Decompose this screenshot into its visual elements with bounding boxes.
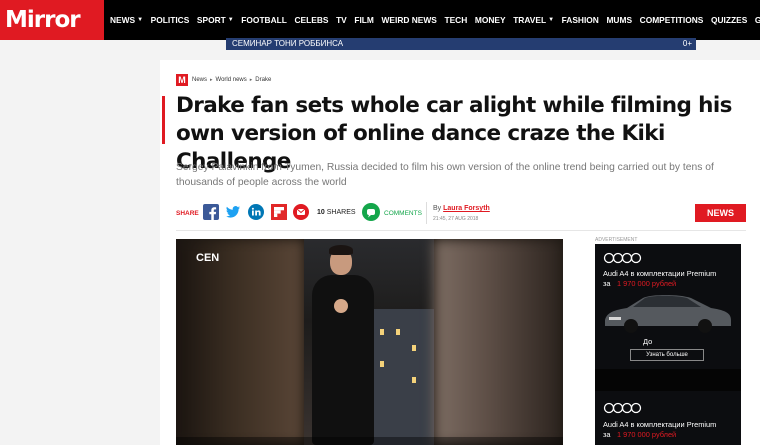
video-watermark: CEN <box>196 252 220 264</box>
ad-headline: Audi A4 в комплектации Premium <box>603 269 717 278</box>
person-hand <box>334 299 348 313</box>
ad-cta-button[interactable]: Узнать больше <box>630 349 704 361</box>
window-light <box>396 329 400 335</box>
top-navigation-bar: Mirror NEWS ▼ POLITICS SPORT ▼ FOOTBALL CELEBS… <box>0 0 760 40</box>
promo-banner[interactable]: СЕМИНАР ТОНИ РОББИНСА 0+ <box>226 38 696 50</box>
video-blur-right <box>434 239 563 445</box>
chevron-right-icon: ▸ <box>210 77 213 83</box>
chevron-right-icon: ▸ <box>249 77 253 83</box>
nav-item-film[interactable]: FILM <box>354 15 374 25</box>
comments-link[interactable]: COMMENTS <box>384 210 422 217</box>
window-light <box>380 361 384 367</box>
article-standfirst: Sergey Palavinkin from Tyumen, Russia de… <box>176 162 714 188</box>
breadcrumb-item-drake[interactable]: Drake <box>255 77 271 83</box>
breadcrumb: M News ▸ World news ▸ Drake <box>176 74 274 86</box>
twitter-icon[interactable] <box>225 204 241 220</box>
page: Mirror NEWS ▼ POLITICS SPORT ▼ FOOTBALL CELEBS… <box>0 0 760 445</box>
nav-item-competitions[interactable]: COMPETITIONS <box>640 15 704 25</box>
shares-number: 10 <box>317 209 325 216</box>
window-light <box>412 377 416 383</box>
mirror-logo[interactable]: Mirror <box>0 0 104 40</box>
nav-item-quizzes[interactable]: QUIZZES <box>711 15 747 25</box>
ad-separator <box>595 369 741 391</box>
nav-item-sport[interactable]: SPORT ▼ <box>197 15 234 25</box>
video-controls[interactable] <box>176 437 563 445</box>
linkedin-icon[interactable] <box>248 204 264 220</box>
nav-item-label: POLITICS <box>150 15 190 25</box>
facebook-icon[interactable] <box>203 204 219 220</box>
nav-item-news[interactable]: NEWS ▼ <box>110 15 143 25</box>
byline: By Laura Forsyth <box>433 205 490 212</box>
car-image <box>605 295 731 333</box>
video-frame <box>304 239 434 445</box>
comments-icon[interactable] <box>362 203 380 221</box>
nav-item-label: FILM <box>354 15 374 25</box>
nav-item-football[interactable]: FOOTBALL <box>241 15 287 25</box>
nav-item-label: FOOTBALL <box>241 15 287 25</box>
nav-item-label: COMPETITIONS <box>639 15 704 25</box>
ad-price-prefix-repeat: за <box>603 430 611 439</box>
share-label: SHARE <box>176 210 199 217</box>
ad-label: ADVERTISEMENT <box>595 237 638 243</box>
email-icon[interactable] <box>293 204 309 220</box>
author-link[interactable]: Laura Forsyth <box>443 205 490 212</box>
share-divider <box>426 202 427 224</box>
share-bar: SHARE 10 SHARES COMMENTS By Laura Forsyt… <box>176 202 746 224</box>
nav-item-label: TRAVEL <box>513 15 547 25</box>
chevron-down-icon: ▼ <box>227 17 234 23</box>
chevron-down-icon: ▼ <box>548 17 555 23</box>
nav-item-label: GOT A STORY? <box>754 15 760 25</box>
section-badge[interactable]: NEWS <box>695 204 746 222</box>
nav-item-got-a-story[interactable]: GOT A STORY? <box>755 15 760 25</box>
promo-text: СЕМИНАР ТОНИ РОББИНСА <box>232 39 344 48</box>
nav-item-celebs[interactable]: CELEBS <box>294 15 328 25</box>
promo-end-text: 0+ <box>682 39 692 48</box>
nav-item-label: FASHION <box>561 15 599 25</box>
video-player[interactable]: CEN <box>176 239 563 445</box>
nav-item-weird-news[interactable]: WEIRD NEWS <box>382 15 437 25</box>
nav-item-label: TECH <box>444 15 468 25</box>
audi-rings-icon <box>603 402 642 414</box>
nav-item-label: MUMS <box>606 15 633 25</box>
nav-item-label: QUIZZES <box>710 15 748 25</box>
chevron-down-icon: ▼ <box>137 17 144 23</box>
nav-item-politics[interactable]: POLITICS <box>151 15 190 25</box>
window-light <box>412 345 416 351</box>
nav-item-travel[interactable]: TRAVEL ▼ <box>513 15 554 25</box>
breadcrumb-item-world-news[interactable]: World news <box>216 77 247 83</box>
divider-line <box>176 230 746 231</box>
main-nav: NEWS ▼ POLITICS SPORT ▼ FOOTBALL CELEBS TV FILM W… <box>110 0 760 40</box>
shares-word: SHARES <box>326 209 356 216</box>
nav-item-tech[interactable]: TECH <box>444 15 467 25</box>
nav-item-label: WEIRD NEWS <box>381 15 437 25</box>
nav-item-label: SPORT <box>196 15 226 25</box>
breadcrumb-item-news[interactable]: News <box>192 77 207 83</box>
ad-price-repeat: 1 970 000 рублей <box>617 430 677 439</box>
publish-timestamp: 21:45, 27 AUG 2018 <box>433 216 479 222</box>
ad-headline-repeat: Audi A4 в комплектации Premium <box>603 420 717 429</box>
advertisement[interactable]: Audi A4 в комплектации Premium за 1 970 … <box>595 244 741 445</box>
nav-item-label: MONEY <box>474 15 506 25</box>
person-hair <box>329 245 353 255</box>
nav-item-money[interactable]: MONEY <box>475 15 506 25</box>
mirror-mini-logo-icon[interactable]: M <box>176 74 188 86</box>
nav-item-label: NEWS <box>110 15 136 25</box>
nav-item-fashion[interactable]: FASHION <box>562 15 599 25</box>
nav-item-label: TV <box>336 15 347 25</box>
window-light <box>380 329 384 335</box>
nav-item-label: CELEBS <box>294 15 329 25</box>
flipboard-icon[interactable] <box>271 204 287 220</box>
ad-until-prefix: До <box>643 337 653 346</box>
nav-item-mums[interactable]: MUMS <box>606 15 632 25</box>
nav-item-tv[interactable]: TV <box>336 15 347 25</box>
shares-count: 10 SHARES <box>317 209 356 216</box>
byline-prefix: By <box>433 205 442 212</box>
audi-rings-icon <box>603 252 642 264</box>
video-blur-left <box>176 239 304 445</box>
headline-accent-bar <box>162 96 165 144</box>
